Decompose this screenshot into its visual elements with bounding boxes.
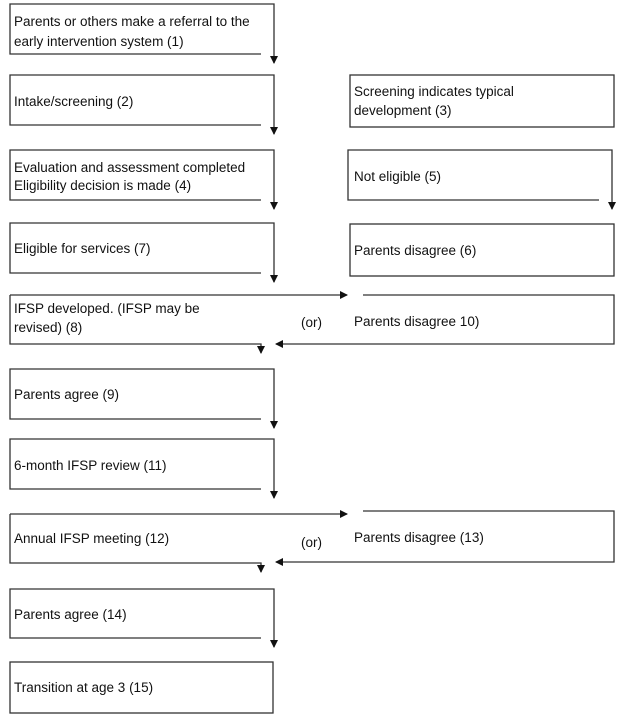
- node-text: Screening indicates typical: [354, 84, 514, 99]
- node-parents-agree-9: Parents agree (9): [9, 368, 278, 429]
- or-label: (or): [301, 535, 322, 550]
- node-not-eligible: Not eligible (5): [347, 149, 616, 210]
- node-text: Parents or others make a referral to the: [14, 14, 250, 29]
- node-6-month-review: 6-month IFSP review (11): [9, 438, 278, 499]
- node-text: Intake/screening (2): [14, 94, 133, 109]
- node-typical-development: Screening indicates typical development …: [349, 74, 615, 128]
- node-parents-disagree-13: Parents disagree (13): [275, 510, 615, 566]
- or-label: (or): [301, 315, 322, 330]
- node-transition: Transition at age 3 (15): [9, 661, 274, 714]
- node-text: Parents disagree (6): [354, 243, 476, 258]
- node-referral: Parents or others make a referral to the…: [9, 3, 278, 64]
- node-text: Eligibility decision is made (4): [14, 178, 191, 193]
- node-text: Transition at age 3 (15): [14, 680, 153, 695]
- early-intervention-flowchart: Parents or others make a referral to the…: [9, 3, 616, 714]
- node-text: Annual IFSP meeting (12): [14, 531, 169, 546]
- node-text: Parents disagree 10): [354, 314, 479, 329]
- node-text: Evaluation and assessment completed: [14, 160, 245, 175]
- node-text: Parents agree (9): [14, 387, 119, 402]
- node-text: revised) (8): [14, 320, 82, 335]
- node-text: early intervention system (1): [14, 34, 184, 49]
- node-annual-meeting: Annual IFSP meeting (12): [9, 510, 348, 573]
- node-text: Not eligible (5): [354, 169, 441, 184]
- node-parents-disagree-6: Parents disagree (6): [349, 223, 615, 277]
- node-text: 6-month IFSP review (11): [14, 458, 167, 473]
- node-parents-agree-14: Parents agree (14): [9, 588, 278, 648]
- node-parents-disagree-10: Parents disagree 10): [275, 294, 615, 348]
- node-text: Parents agree (14): [14, 607, 127, 622]
- node-text: Parents disagree (13): [354, 530, 484, 545]
- node-text: Eligible for services (7): [14, 241, 151, 256]
- node-eligible: Eligible for services (7): [9, 222, 278, 283]
- node-text: development (3): [354, 103, 452, 118]
- node-text: IFSP developed. (IFSP may be: [14, 301, 200, 316]
- node-evaluation: Evaluation and assessment completed Elig…: [9, 149, 278, 210]
- node-intake-screening: Intake/screening (2): [9, 74, 278, 135]
